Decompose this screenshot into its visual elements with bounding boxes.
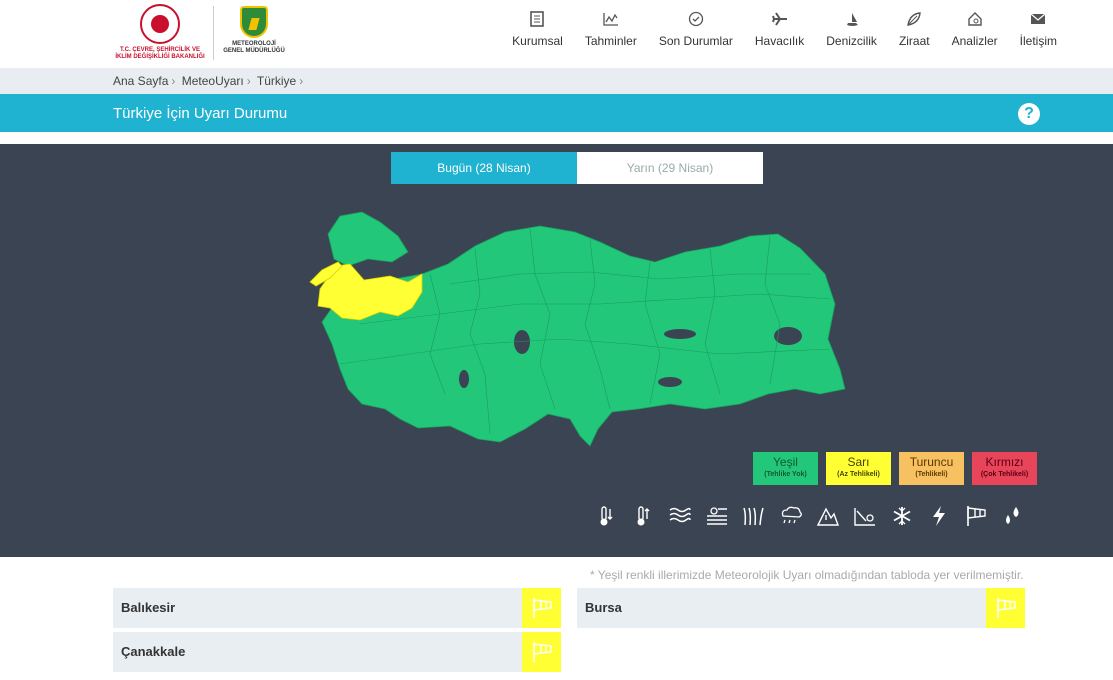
hot-thermometer-icon[interactable]: [631, 504, 655, 528]
ministry-logo[interactable]: T.C. ÇEVRE, ŞEHİRCİLİK VE İKLİM DEĞİŞİKL…: [113, 4, 207, 62]
province-name: Balıkesir: [121, 600, 176, 615]
wind-flag-icon: [996, 598, 1016, 618]
nav-iletisim[interactable]: İletişim: [1020, 10, 1057, 48]
nav-kurumsal[interactable]: Kurumsal: [512, 10, 563, 48]
legend-desc: (Az Tehlikeli): [837, 471, 880, 478]
legend-name: Kırmızı: [985, 455, 1024, 469]
tab-tomorrow[interactable]: Yarın (29 Nisan): [577, 152, 763, 184]
warning-map-panel: Bugün (28 Nisan) Yarın (29 Nisan) Yeşil …: [0, 144, 1113, 557]
nav-label: Analizler: [951, 34, 998, 48]
plane-icon: [771, 10, 789, 28]
nav-ziraat[interactable]: Ziraat: [899, 10, 930, 48]
nav-son-durumlar[interactable]: Son Durumlar: [659, 10, 733, 48]
nav-label: Tahminler: [584, 34, 637, 48]
rain-drops-icon[interactable]: [1001, 504, 1025, 528]
title-bar: Türkiye İçin Uyarı Durumu: [0, 94, 1113, 132]
lake-ataturk: [658, 377, 682, 387]
map-region-green[interactable]: [321, 225, 846, 447]
warning-legend: Yeşil (Tehlike Yok) Sarı (Az Tehlikeli) …: [753, 452, 1045, 485]
green-provinces-note: * Yeşil renkli illerimizde Meteorolojik …: [590, 568, 1024, 582]
mgm-logo-text: METEOROLOJİ GENEL MÜDÜRLÜĞÜ: [223, 41, 285, 54]
province-warning-badge[interactable]: [522, 588, 561, 628]
cold-thermometer-icon[interactable]: [594, 504, 618, 528]
main-nav: Kurumsal Tahminler Son Durumlar Havacılı…: [490, 10, 1057, 48]
breadcrumb-separator: ›: [246, 74, 251, 88]
document-icon: [528, 10, 546, 28]
mgm-logo[interactable]: METEOROLOJİ GENEL MÜDÜRLÜĞÜ: [222, 6, 286, 62]
site-header: T.C. ÇEVRE, ŞEHİRCİLİK VE İKLİM DEĞİŞİKL…: [0, 0, 1113, 66]
nav-label: İletişim: [1019, 34, 1057, 48]
snowflake-icon[interactable]: [890, 504, 914, 528]
province-warning-badge[interactable]: [522, 632, 561, 672]
wind-flag-icon[interactable]: [964, 504, 988, 528]
wind-flag-icon: [532, 642, 552, 662]
turkey-warning-map[interactable]: [300, 204, 860, 454]
mail-icon: [1029, 10, 1047, 28]
legend-desc: (Tehlike Yok): [764, 471, 807, 478]
lake-keban: [664, 329, 696, 339]
province-row-canakkale[interactable]: Çanakkale: [113, 632, 561, 672]
breadcrumb-separator: ›: [299, 74, 304, 88]
chart-icon: [602, 10, 620, 28]
legend-desc: (Tehlikeli): [915, 471, 948, 478]
legend-name: Sarı: [847, 455, 870, 469]
breadcrumb-separator: ›: [171, 74, 176, 88]
legend-green: Yeşil (Tehlike Yok): [753, 452, 818, 485]
nav-tahminler[interactable]: Tahminler: [585, 10, 637, 48]
ministry-seal-icon: [140, 4, 180, 44]
tab-today[interactable]: Bugün (28 Nisan): [391, 152, 577, 184]
province-row-bursa[interactable]: Bursa: [577, 588, 1025, 628]
map-region-green-thrace[interactable]: [327, 211, 409, 267]
legend-desc: (Çok Tehlikeli): [980, 471, 1029, 478]
province-name: Çanakkale: [121, 644, 186, 659]
breadcrumb: Ana Sayfa › MeteoUyarı › Türkiye ›: [0, 68, 1113, 94]
breadcrumb-turkiye[interactable]: Türkiye: [257, 74, 296, 88]
province-warning-badge[interactable]: [986, 588, 1025, 628]
avalanche-icon[interactable]: [816, 504, 840, 528]
wind-grass-icon[interactable]: [742, 504, 766, 528]
ministry-logo-text: T.C. ÇEVRE, ŞEHİRCİLİK VE İKLİM DEĞİŞİKL…: [115, 47, 205, 60]
lake-beysehir: [459, 370, 469, 388]
legend-orange: Turuncu (Tehlikeli): [899, 452, 964, 485]
nav-havacilik[interactable]: Havacılık: [755, 10, 804, 48]
nav-label: Son Durumlar: [658, 34, 733, 48]
legend-red: Kırmızı (Çok Tehlikeli): [972, 452, 1037, 485]
province-name: Bursa: [585, 600, 622, 615]
hazard-filter-bar: [594, 504, 1038, 528]
nav-label: Ziraat: [898, 34, 930, 48]
page-title: Türkiye İçin Uyarı Durumu: [113, 105, 288, 122]
legend-yellow: Sarı (Az Tehlikeli): [826, 452, 891, 485]
rain-snow-icon[interactable]: [779, 504, 803, 528]
nav-label: Kurumsal: [512, 34, 563, 48]
breadcrumb-meteouyari[interactable]: MeteoUyarı: [182, 74, 244, 88]
legend-name: Turuncu: [909, 455, 954, 469]
dust-icon[interactable]: [705, 504, 729, 528]
nav-label: Havacılık: [754, 34, 805, 48]
help-icon[interactable]: ?: [1018, 103, 1040, 125]
fog-waves-icon[interactable]: [668, 504, 692, 528]
nav-label: Denizcilik: [826, 34, 877, 48]
lightning-icon[interactable]: [927, 504, 951, 528]
logo-divider: [213, 6, 214, 60]
mgm-shield-icon: [240, 6, 268, 38]
legend-name: Yeşil: [773, 455, 798, 469]
clock-icon: [687, 10, 705, 28]
breadcrumb-home[interactable]: Ana Sayfa: [113, 74, 168, 88]
day-tabs: Bugün (28 Nisan) Yarın (29 Nisan): [391, 152, 763, 184]
analysis-icon: [966, 10, 984, 28]
nav-analizler[interactable]: Analizler: [952, 10, 998, 48]
leaf-icon: [905, 10, 923, 28]
wind-flag-icon: [532, 598, 552, 618]
ship-icon: [843, 10, 861, 28]
province-row-balikesir[interactable]: Balıkesir: [113, 588, 561, 628]
nav-denizcilik[interactable]: Denizcilik: [826, 10, 877, 48]
landslide-icon[interactable]: [853, 504, 877, 528]
